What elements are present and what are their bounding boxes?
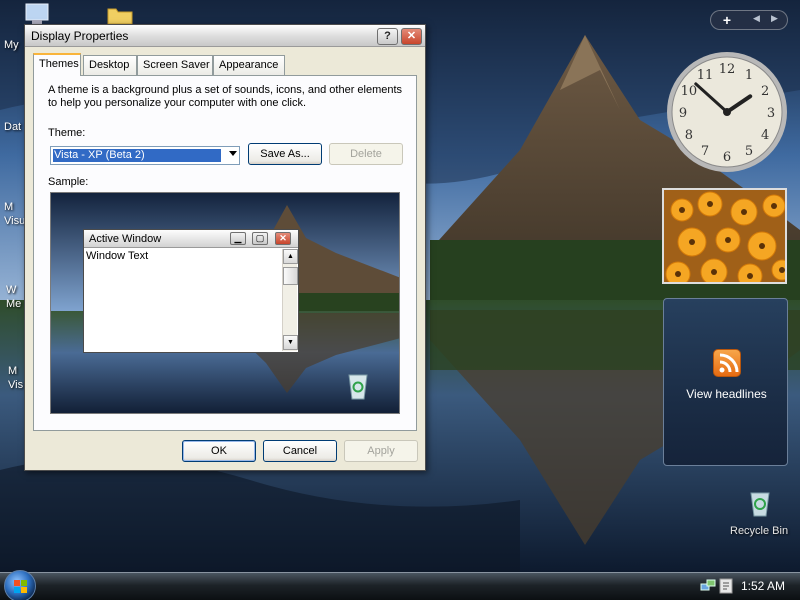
scroll-up-icon: ▲ [283, 249, 298, 264]
chevron-down-icon[interactable] [229, 151, 237, 156]
taskbar: 1:52 AM [0, 570, 800, 600]
desktop-icon-label[interactable]: W Me [6, 283, 21, 311]
clock-numeral: 1 [745, 68, 753, 83]
start-button[interactable] [4, 570, 36, 600]
sample-window-titlebar: Active Window ▁ ▢ ✕ [84, 230, 298, 248]
recycle-bin-icon [750, 492, 770, 517]
scroll-thumb [283, 267, 298, 285]
rss-icon [713, 349, 741, 377]
apply-button[interactable]: Apply [344, 440, 418, 462]
display-properties-dialog: Display Properties ? ✕ Themes Desktop Sc… [24, 24, 426, 471]
clock-numeral: 4 [761, 128, 769, 143]
close-button[interactable]: ✕ [401, 28, 422, 45]
previous-icon[interactable]: ◀ [753, 13, 760, 24]
scroll-down-icon: ▼ [283, 335, 298, 350]
tab-desktop[interactable]: Desktop [83, 55, 137, 75]
close-icon: ✕ [275, 232, 291, 245]
clock-numeral: 3 [767, 106, 775, 121]
flowers-photo [664, 190, 785, 282]
tab-screen-saver[interactable]: Screen Saver [137, 55, 213, 75]
desktop-icon-label[interactable]: My [4, 39, 19, 51]
theme-select[interactable]: Vista - XP (Beta 2) [50, 146, 240, 165]
system-tray: 1:52 AM [696, 575, 796, 597]
clock-numeral: 6 [723, 150, 731, 165]
desktop-icon-label[interactable]: M Visu [4, 200, 25, 228]
windows-logo-icon [14, 580, 27, 593]
themes-panel: A theme is a background plus a set of so… [33, 75, 417, 431]
tab-appearance[interactable]: Appearance [213, 55, 285, 75]
clock-numeral: 11 [697, 68, 714, 83]
save-as-button[interactable]: Save As... [248, 143, 322, 165]
maximize-icon: ▢ [252, 232, 268, 245]
recycle-bin-icon [348, 374, 368, 400]
ok-button[interactable]: OK [182, 440, 256, 462]
recycle-bin[interactable]: Recycle Bin [728, 488, 792, 544]
desktop-icon-folder[interactable] [106, 4, 134, 26]
sidebar-controls: + ◀ ▶ [710, 10, 788, 30]
next-icon[interactable]: ▶ [771, 13, 778, 24]
delete-button[interactable]: Delete [329, 143, 403, 165]
themes-description: A theme is a background plus a set of so… [48, 84, 403, 109]
desktop-icon-label[interactable]: M Vis [8, 364, 23, 392]
desktop-icon-computer[interactable] [22, 2, 52, 26]
clock-face: 12 12 3 45678 9 1011 [667, 52, 787, 172]
clock-time[interactable]: 1:52 AM [741, 579, 785, 593]
theme-select-value: Vista - XP (Beta 2) [53, 149, 221, 162]
clock-numeral: 9 [679, 106, 687, 121]
sample-window-title: Active Window [89, 233, 162, 245]
feed-headlines-gadget[interactable]: View headlines [663, 298, 788, 466]
cancel-button[interactable]: Cancel [263, 440, 337, 462]
volume-icon[interactable] [718, 578, 734, 594]
theme-label: Theme: [48, 127, 86, 139]
slideshow-gadget[interactable] [662, 188, 787, 284]
sample-label: Sample: [48, 176, 89, 188]
clock-numeral: 2 [761, 84, 769, 99]
computer-icon [25, 3, 49, 24]
recycle-bin-label: Recycle Bin [730, 525, 789, 537]
dialog-title: Display Properties [31, 29, 129, 43]
clock-numeral: 8 [685, 128, 693, 143]
clock-numeral: 10 [681, 84, 698, 99]
minimize-icon: ▁ [230, 232, 246, 245]
network-icon[interactable] [700, 578, 716, 594]
sample-scrollbar: ▲ ▼ [282, 249, 298, 351]
folder-icon [107, 8, 133, 25]
sample-active-window: Active Window ▁ ▢ ✕ Window Text ▲ ▼ [83, 229, 299, 353]
add-gadget-button[interactable]: + [717, 12, 737, 28]
desktop-icon-label[interactable]: Dat [4, 121, 21, 133]
clock-numeral: 12 [719, 62, 736, 77]
clock-numeral: 7 [701, 144, 709, 159]
clock-numeral: 5 [745, 144, 753, 159]
help-button[interactable]: ? [377, 28, 398, 45]
sample-window-text: Window Text [86, 250, 149, 262]
clock-gadget[interactable]: 12 1 2 3 4 5 6 7 8 9 10 11 [665, 50, 789, 174]
view-headlines-label[interactable]: View headlines [664, 387, 789, 401]
theme-sample-preview: Active Window ▁ ▢ ✕ Window Text ▲ ▼ [50, 192, 400, 414]
tab-themes[interactable]: Themes [33, 53, 81, 76]
dialog-titlebar[interactable]: Display Properties ? ✕ [25, 25, 425, 47]
